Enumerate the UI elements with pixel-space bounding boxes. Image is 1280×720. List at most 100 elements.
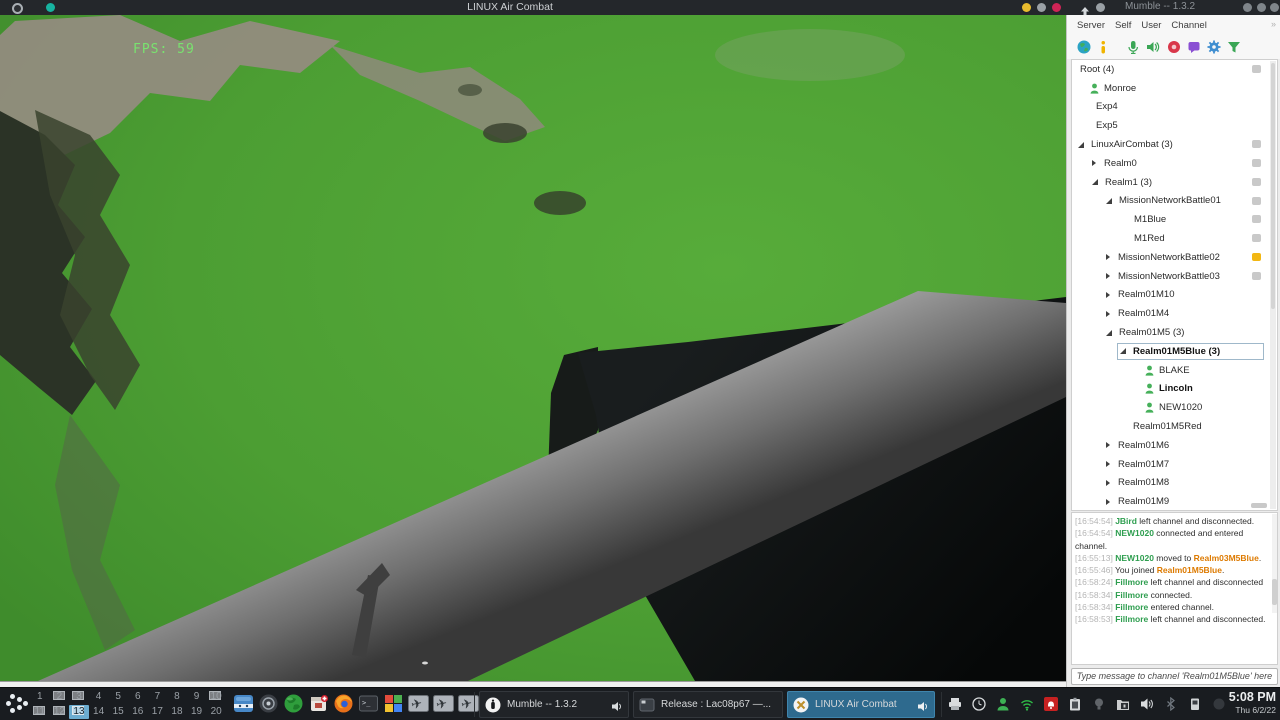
workspace-12[interactable]: 12	[50, 705, 70, 720]
taskbar-window-mumble[interactable]: Mumble -- 1.3.2	[479, 691, 629, 718]
record-icon[interactable]	[1167, 40, 1181, 54]
user-row[interactable]: Lincoln	[1072, 380, 1277, 399]
clock[interactable]: 5:08 PM Thu 6/2/22	[1229, 690, 1276, 715]
user-row[interactable]: BLAKE	[1072, 361, 1277, 380]
workspace-11[interactable]: 11	[30, 705, 50, 720]
aircraft-launcher-icon[interactable]: ✈	[458, 693, 479, 714]
mumble-maximize-button[interactable]	[1257, 3, 1266, 12]
dim-tray-icon[interactable]	[1212, 697, 1226, 711]
channel-row[interactable]: M1Blue	[1072, 210, 1277, 229]
collapse-arrow-icon[interactable]	[1106, 329, 1112, 336]
clipboard-icon[interactable]	[1068, 697, 1082, 711]
aircraft-launcher-icon[interactable]: ✈	[433, 693, 454, 714]
alarm-icon[interactable]	[1044, 697, 1058, 711]
workspace-18[interactable]: 18	[167, 705, 187, 720]
comment-icon[interactable]	[1252, 158, 1261, 167]
expand-arrow-icon[interactable]	[1106, 442, 1110, 449]
workspace-14[interactable]: 14	[89, 705, 109, 720]
comment-icon[interactable]	[1187, 40, 1201, 54]
menu-user[interactable]: User	[1141, 20, 1161, 31]
comment-icon[interactable]	[1252, 65, 1261, 73]
mumble-minimize-button[interactable]	[1243, 3, 1252, 12]
wifi-icon[interactable]	[1020, 697, 1034, 711]
workspace-17[interactable]: 17	[148, 705, 168, 720]
menu-server[interactable]: Server	[1077, 20, 1105, 31]
comment-icon[interactable]	[1252, 140, 1261, 149]
workspace-13[interactable]: 13	[69, 704, 89, 719]
volume-tray-icon[interactable]	[1140, 697, 1154, 711]
chat-log[interactable]: [16:54:54] JBird left channel and discon…	[1071, 512, 1278, 665]
channel-row[interactable]: M1Red	[1072, 229, 1277, 248]
tree-scrollbar[interactable]	[1270, 61, 1276, 509]
workspace-20[interactable]: 20	[206, 705, 226, 720]
workspace-3[interactable]: 3	[69, 690, 89, 705]
tree-hscroll-thumb[interactable]	[1251, 503, 1267, 508]
user-row[interactable]: NEW1020	[1072, 398, 1277, 417]
workspace-16[interactable]: 16	[128, 705, 148, 720]
expand-arrow-icon[interactable]	[1106, 461, 1110, 468]
channel-tree[interactable]: Root (4) Monroe Exp4 Exp5 LinuxAirCombat (3)…	[1071, 59, 1278, 511]
folder-lock-icon[interactable]	[1116, 697, 1130, 711]
window-dot-icon[interactable]	[1096, 3, 1105, 12]
channel-row[interactable]: Realm1 (3)	[1072, 173, 1277, 192]
channel-row[interactable]: Realm01M8	[1072, 474, 1277, 493]
workspace-19[interactable]: 19	[187, 705, 207, 720]
workspace-9[interactable]: 9	[187, 690, 207, 705]
collapse-arrow-icon[interactable]	[1092, 179, 1098, 186]
expand-arrow-icon[interactable]	[1106, 310, 1110, 317]
comment-icon[interactable]	[1252, 215, 1261, 224]
channel-row[interactable]: Realm01M9	[1072, 492, 1277, 510]
globe-app-icon[interactable]	[283, 693, 304, 714]
channel-row[interactable]: MissionNetworkBattle03	[1072, 267, 1277, 286]
expand-arrow-icon[interactable]	[1106, 291, 1110, 298]
comment-icon[interactable]	[1252, 177, 1261, 186]
information-icon[interactable]	[1096, 40, 1110, 54]
comment-icon[interactable]	[1252, 271, 1261, 280]
menu-self[interactable]: Self	[1115, 20, 1131, 31]
workspace-5[interactable]: 5	[108, 690, 128, 705]
disc-app-icon[interactable]	[258, 693, 279, 714]
chat-scrollbar[interactable]	[1272, 514, 1277, 613]
clock-tray-icon[interactable]	[972, 697, 986, 711]
expand-arrow-icon[interactable]	[1106, 479, 1110, 486]
workspace-10[interactable]: 10	[206, 690, 226, 705]
workspace-2[interactable]: 2	[50, 690, 70, 705]
package-manager-icon[interactable]	[308, 693, 329, 714]
workspace-1[interactable]: 1	[30, 690, 50, 705]
device-icon[interactable]	[1188, 697, 1202, 711]
status-dot-icon[interactable]	[46, 3, 55, 12]
channel-row[interactable]: MissionNetworkBattle02	[1072, 248, 1277, 267]
message-input[interactable]: Type message to channel 'Realm01M5Blue' …	[1071, 668, 1278, 685]
maximize-button[interactable]	[1037, 3, 1046, 12]
expand-arrow-icon[interactable]	[1106, 498, 1110, 505]
comment-icon[interactable]	[1252, 252, 1261, 261]
app-menu-icon[interactable]	[5, 693, 29, 715]
channel-row[interactable]: Realm01M7	[1072, 455, 1277, 474]
mumble-user-tray-icon[interactable]	[996, 697, 1010, 711]
menu-overflow-icon[interactable]: »	[1271, 19, 1276, 29]
workspace-15[interactable]: 15	[108, 705, 128, 720]
microphone-icon[interactable]	[1126, 40, 1140, 55]
filter-icon[interactable]	[1227, 40, 1241, 54]
channel-row[interactable]: Exp4	[1072, 98, 1277, 117]
server-globe-icon[interactable]	[1077, 40, 1091, 54]
channel-row[interactable]: Root (4)	[1072, 60, 1277, 79]
bulb-icon[interactable]	[1092, 697, 1106, 711]
printer-icon[interactable]	[948, 697, 962, 711]
file-manager-icon[interactable]	[233, 693, 254, 714]
firefox-icon[interactable]	[333, 693, 354, 714]
taskbar-window-lac[interactable]: LINUX Air Combat	[787, 691, 935, 718]
bluetooth-icon[interactable]	[1164, 696, 1178, 712]
channel-row[interactable]: Realm01M5Red	[1072, 417, 1277, 436]
channel-row[interactable]: Realm01M6	[1072, 436, 1277, 455]
channel-row[interactable]: Realm01M4	[1072, 304, 1277, 323]
channel-row[interactable]: Realm01M10	[1072, 286, 1277, 305]
comment-icon[interactable]	[1252, 234, 1261, 243]
channel-row[interactable]: Realm0	[1072, 154, 1277, 173]
taskbar-window-terminal[interactable]: Release : Lac08p67 —...	[633, 691, 783, 718]
collapse-arrow-icon[interactable]	[1078, 141, 1084, 148]
channel-row[interactable]: Realm01M5 (3)	[1072, 323, 1277, 342]
collapse-arrow-icon[interactable]	[1106, 197, 1112, 204]
minimize-button[interactable]	[1022, 3, 1031, 12]
channel-row[interactable]: LinuxAirCombat (3)	[1072, 135, 1277, 154]
